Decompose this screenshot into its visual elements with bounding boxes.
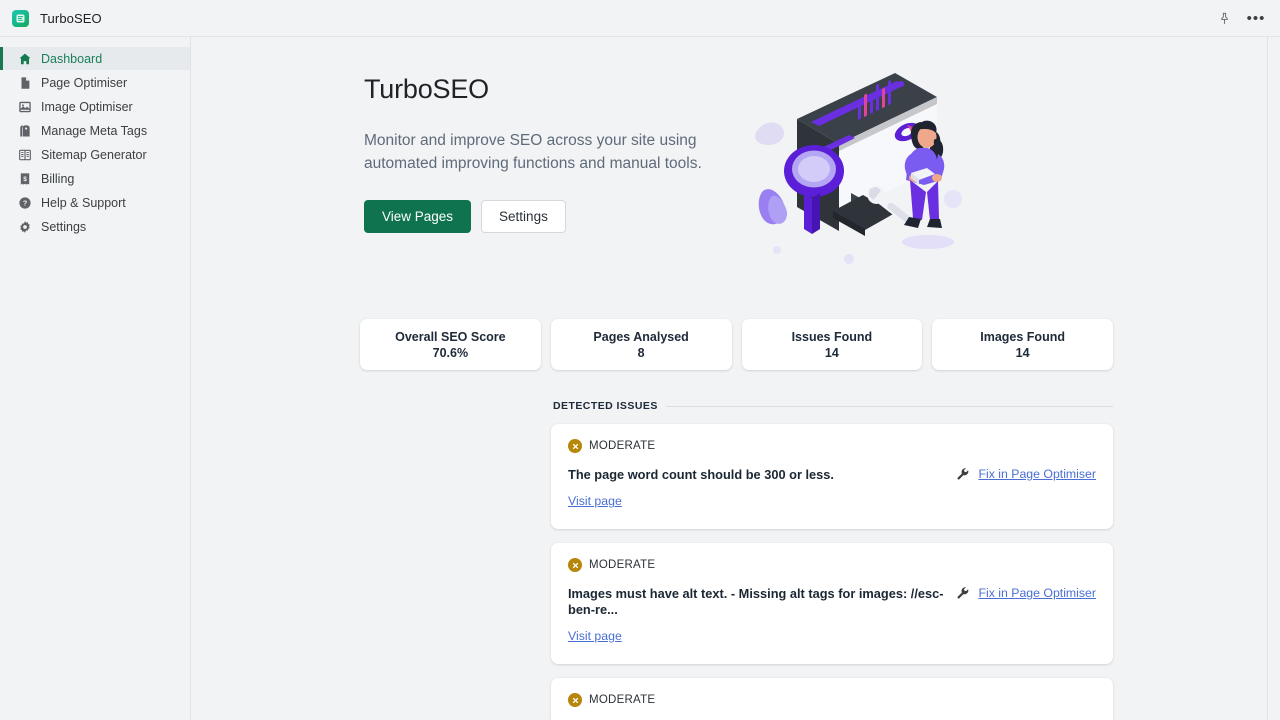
issue-card: MODERATE The page word count should be 3… (551, 424, 1113, 529)
svg-text:?: ? (22, 199, 26, 207)
pin-icon[interactable] (1211, 5, 1237, 31)
sidebar-item-settings[interactable]: Settings (0, 215, 190, 238)
sidebar-item-image-optimiser[interactable]: Image Optimiser (0, 95, 190, 118)
error-x-circle-icon (568, 439, 582, 453)
document-icon (17, 75, 32, 90)
wrench-icon (956, 586, 970, 600)
sitemap-icon (17, 147, 32, 162)
fix-in-page-optimiser-link[interactable]: Fix in Page Optimiser (978, 586, 1096, 600)
stat-label: Overall SEO Score (395, 330, 505, 344)
issue-message: The page word count should be 300 or les… (568, 467, 834, 482)
error-x-circle-icon (568, 693, 582, 707)
sidebar-item-sitemap-generator[interactable]: Sitemap Generator (0, 143, 190, 166)
sidebar-item-label: Page Optimiser (41, 76, 127, 90)
sidebar-item-help-support[interactable]: ? Help & Support (0, 191, 190, 214)
main-content: TurboSEO Monitor and improve SEO across … (191, 37, 1280, 720)
issue-message: Images must have alt text. - Missing alt… (568, 586, 956, 617)
fix-in-page-optimiser-link[interactable]: Fix in Page Optimiser (978, 467, 1096, 481)
sidebar-item-page-optimiser[interactable]: Page Optimiser (0, 71, 190, 94)
gear-icon (17, 219, 32, 234)
sidebar-item-label: Sitemap Generator (41, 148, 147, 162)
stat-value: 8 (638, 346, 645, 360)
sidebar-item-manage-meta-tags[interactable]: Manage Meta Tags (0, 119, 190, 142)
sidebar-item-dashboard[interactable]: Dashboard (0, 47, 190, 70)
svg-text:$: $ (23, 176, 27, 183)
severity-label: MODERATE (589, 559, 655, 571)
error-x-circle-icon (568, 558, 582, 572)
sidebar-item-label: Billing (41, 172, 74, 186)
status-badge: MODERATE (568, 439, 1096, 453)
vertical-scrollbar[interactable] (1267, 37, 1280, 720)
issue-card: MODERATE (551, 678, 1113, 720)
page-title: TurboSEO (364, 75, 709, 105)
visit-page-link[interactable]: Visit page (568, 494, 622, 508)
stat-card-pages-analysed: Pages Analysed 8 (551, 319, 732, 370)
severity-label: MODERATE (589, 694, 655, 706)
page-subtitle: Monitor and improve SEO across your site… (364, 129, 709, 175)
issues-list: MODERATE The page word count should be 3… (191, 424, 1280, 720)
visit-page-link[interactable]: Visit page (568, 629, 622, 643)
app-shell: Dashboard Page Optimiser Image Optimiser (0, 37, 1280, 720)
sidebar-item-billing[interactable]: $ Billing (0, 167, 190, 190)
status-badge: MODERATE (568, 558, 1096, 572)
sidebar-item-label: Manage Meta Tags (41, 124, 147, 138)
app-brand: TurboSEO (0, 10, 102, 27)
stat-card-images-found: Images Found 14 (932, 319, 1113, 370)
view-pages-button[interactable]: View Pages (364, 200, 471, 233)
sidebar-item-label: Dashboard (41, 52, 102, 66)
issue-card: MODERATE Images must have alt text. - Mi… (551, 543, 1113, 664)
sidebar-item-label: Help & Support (41, 196, 126, 210)
tag-icon (17, 123, 32, 138)
fix-action[interactable]: Fix in Page Optimiser (956, 467, 1096, 481)
hero-section: TurboSEO Monitor and improve SEO across … (191, 59, 1280, 274)
wrench-icon (956, 467, 970, 481)
detected-issues-header: DETECTED ISSUES (191, 400, 1280, 412)
stat-label: Issues Found (792, 330, 873, 344)
more-options-icon[interactable]: ••• (1243, 5, 1269, 31)
stat-card-issues-found: Issues Found 14 (742, 319, 923, 370)
window-titlebar: TurboSEO ••• (0, 0, 1280, 37)
titlebar-actions: ••• (1211, 5, 1280, 31)
issue-body: The page word count should be 300 or les… (568, 467, 1096, 482)
scrollbar-thumb[interactable] (1270, 39, 1279, 207)
sidebar-nav: Dashboard Page Optimiser Image Optimiser (0, 37, 191, 720)
receipt-dollar-icon: $ (17, 171, 32, 186)
stat-label: Pages Analysed (593, 330, 688, 344)
hero-actions: View Pages Settings (364, 200, 709, 233)
hero-text: TurboSEO Monitor and improve SEO across … (364, 59, 709, 233)
stat-card-overall-seo-score: Overall SEO Score 70.6% (360, 319, 541, 370)
question-circle-icon: ? (17, 195, 32, 210)
section-divider (666, 406, 1113, 407)
status-badge: MODERATE (568, 693, 1096, 707)
section-title: DETECTED ISSUES (553, 400, 658, 412)
stat-value: 14 (1016, 346, 1030, 360)
fix-action[interactable]: Fix in Page Optimiser (956, 586, 1096, 600)
issue-body: Images must have alt text. - Missing alt… (568, 586, 1096, 617)
image-icon (17, 99, 32, 114)
severity-label: MODERATE (589, 440, 655, 452)
sidebar-item-label: Settings (41, 220, 86, 234)
stat-value: 70.6% (433, 346, 468, 360)
app-title: TurboSEO (40, 11, 102, 26)
stat-label: Images Found (980, 330, 1065, 344)
home-icon (17, 51, 32, 66)
seo-dashboard-illustration (741, 59, 991, 274)
turboseo-logo-icon (12, 10, 29, 27)
stat-value: 14 (825, 346, 839, 360)
stats-cards: Overall SEO Score 70.6% Pages Analysed 8… (191, 319, 1280, 370)
settings-button[interactable]: Settings (481, 200, 566, 233)
sidebar-item-label: Image Optimiser (41, 100, 133, 114)
